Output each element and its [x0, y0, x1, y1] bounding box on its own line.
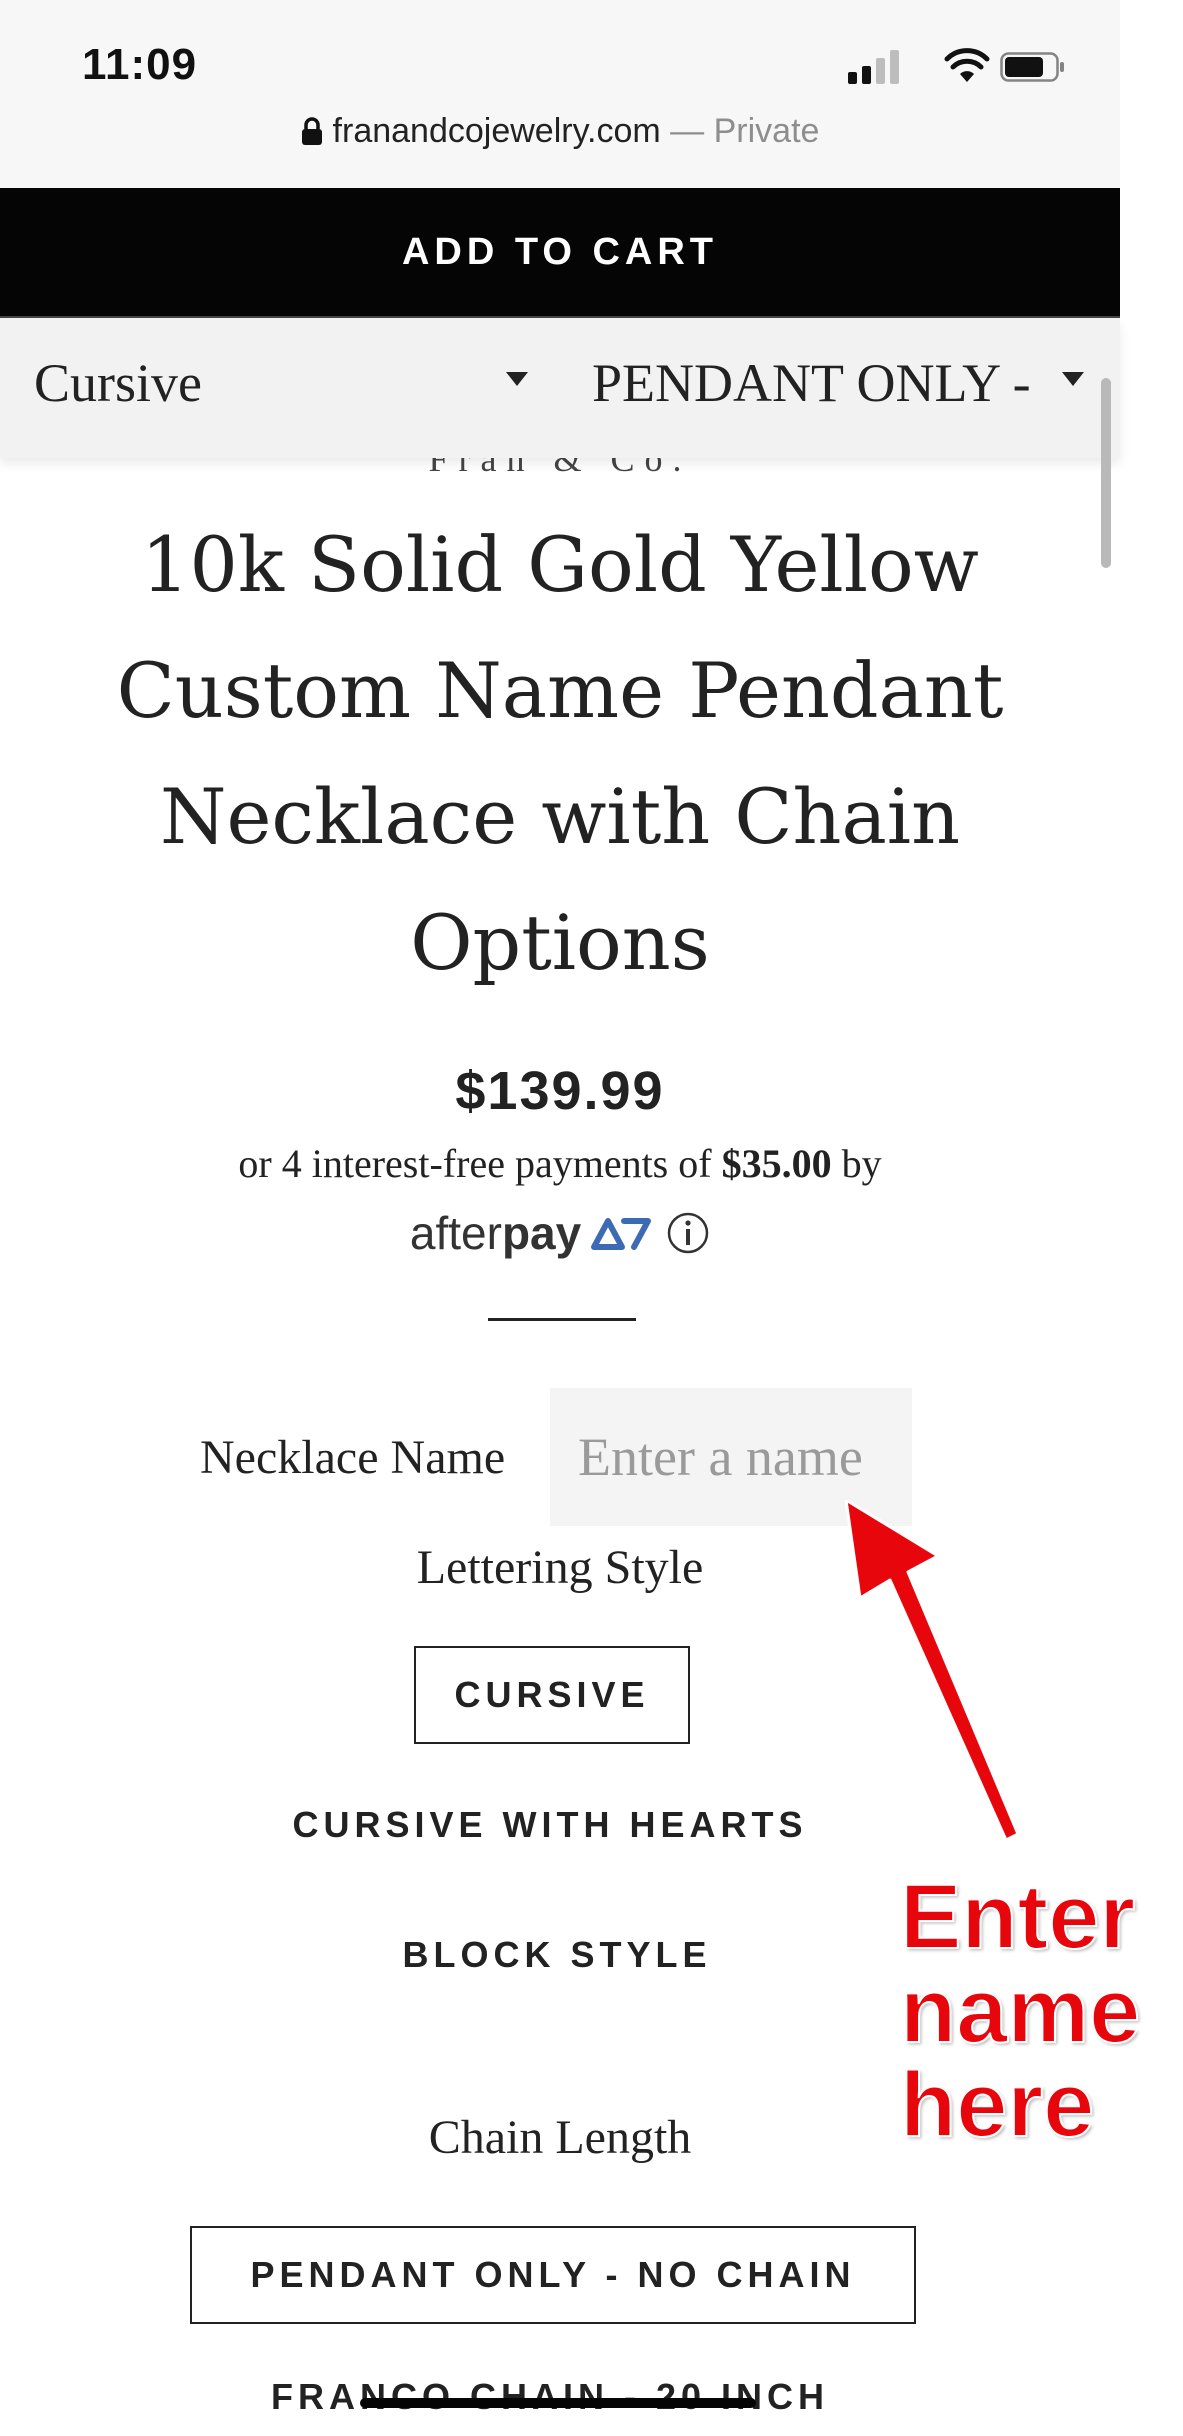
afterpay-prefix: or 4 interest-free payments of — [238, 1141, 722, 1186]
product-price: $139.99 — [455, 1061, 665, 1121]
wifi-icon — [944, 48, 990, 82]
caret-down-icon — [1062, 372, 1084, 386]
chain-length-select-value: PENDANT ONLY - — [592, 353, 1031, 413]
status-icons — [848, 48, 1078, 88]
lettering-style-select-value: Cursive — [34, 353, 202, 413]
annotation-text: Enter name here — [899, 1866, 1160, 2156]
afterpay-message: or 4 interest-free payments of $35.00 by — [0, 1140, 1120, 1187]
red-arrow-icon — [844, 1500, 1020, 1842]
afterpay-logo-light: after — [409, 1207, 502, 1259]
battery-icon — [1000, 52, 1064, 82]
add-to-cart-button[interactable]: ADD TO CART — [0, 188, 1120, 318]
signal-icon — [876, 58, 885, 84]
afterpay-logo: afterpay — [410, 1206, 581, 1260]
info-icon[interactable] — [666, 1211, 710, 1255]
caret-down-icon — [506, 372, 528, 386]
necklace-name-label: Necklace Name — [200, 1431, 506, 1484]
afterpay-suffix: by — [831, 1141, 882, 1186]
status-bar: 11:09 franandcojewelry.com — Private — [0, 0, 1120, 188]
signal-icon — [848, 72, 857, 84]
signal-icon — [890, 50, 899, 84]
lettering-option-cursive[interactable]: CURSIVE — [414, 1646, 690, 1744]
signal-icon — [862, 66, 871, 84]
lock-icon — [301, 117, 322, 145]
strikethrough-mark — [360, 2398, 756, 2408]
afterpay-installment-amount: $35.00 — [721, 1141, 832, 1186]
annotation-line: here — [899, 2054, 1095, 2156]
section-divider — [488, 1318, 636, 1321]
chain-option-pendant-only[interactable]: PENDANT ONLY - NO CHAIN — [190, 2226, 916, 2324]
url-private-label: — Private — [660, 112, 820, 150]
status-time: 11:09 — [82, 40, 198, 89]
afterpay-arrows-icon — [590, 1218, 651, 1250]
sticky-variant-bar: Cursive PENDANT ONLY - — [0, 318, 1120, 458]
afterpay-logo-bold: pay — [501, 1207, 582, 1259]
url-domain: franandcojewelry.com — [332, 112, 661, 150]
annotation-line: name — [899, 1960, 1141, 2062]
lettering-style-select[interactable]: Cursive — [34, 352, 534, 422]
chain-option-franco-20[interactable]: FRANCO CHAIN - 20 INCH — [0, 2376, 1100, 2418]
afterpay-logo-row: afterpay — [0, 1206, 1120, 1266]
address-bar[interactable]: franandcojewelry.com — Private — [0, 112, 1120, 151]
annotation-line: Enter — [899, 1866, 1136, 1968]
page-scrollbar[interactable] — [1101, 378, 1111, 568]
chain-length-select[interactable]: PENDANT ONLY - — [592, 352, 1092, 422]
product-title: 10k Solid Gold Yellow Custom Name Pendan… — [116, 520, 1004, 987]
